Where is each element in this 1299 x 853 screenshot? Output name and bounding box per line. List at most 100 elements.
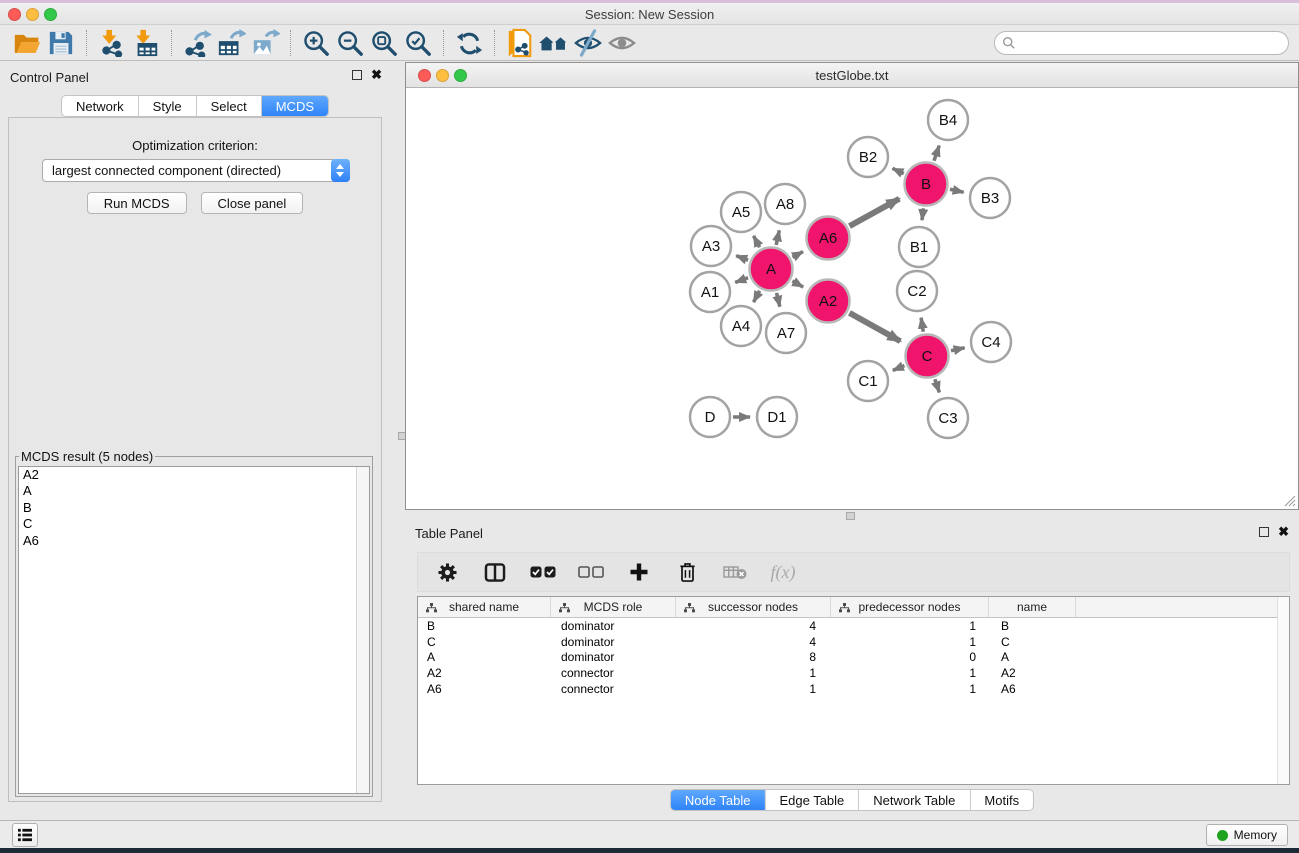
graph-edge-A-A6[interactable]: [793, 252, 803, 258]
table-row[interactable]: Bdominator41B: [418, 618, 1289, 634]
zoom-fit-button[interactable]: [367, 28, 401, 58]
delete-columns-icon[interactable]: [674, 557, 700, 587]
graph-edge-A-A4[interactable]: [754, 291, 760, 302]
tab-style[interactable]: Style: [138, 96, 196, 116]
float-panel-icon[interactable]: [352, 70, 362, 80]
mcds-result-item[interactable]: A: [19, 483, 369, 499]
tab-node-table[interactable]: Node Table: [671, 790, 765, 810]
resize-grip[interactable]: [1284, 495, 1296, 507]
table-cell: 0: [831, 650, 989, 664]
tab-network[interactable]: Network: [62, 96, 138, 116]
table-row[interactable]: A6connector11A6: [418, 681, 1289, 697]
home-views-button[interactable]: [537, 28, 571, 58]
search-box[interactable]: [994, 31, 1289, 55]
network-canvas[interactable]: B4B2BB3A5A8A6A3B1AA1C2A2A4A7C4CC1C3DD1: [406, 88, 1298, 509]
graph-edge-A-A2[interactable]: [792, 281, 803, 287]
search-input[interactable]: [1016, 34, 1288, 52]
graph-node-label: B1: [910, 239, 928, 256]
graph-edge-A2-C[interactable]: [849, 313, 900, 341]
tab-mcds[interactable]: MCDS: [261, 96, 328, 116]
import-table-button[interactable]: [129, 28, 163, 58]
tab-network-table[interactable]: Network Table: [858, 790, 969, 810]
run-mcds-button[interactable]: Run MCDS: [87, 192, 187, 214]
graph-edge-A6-B[interactable]: [849, 199, 899, 226]
graph-edge-B-B4[interactable]: [934, 146, 939, 161]
mcds-result-item[interactable]: A2: [19, 467, 369, 483]
tab-edge-table[interactable]: Edge Table: [764, 790, 858, 810]
toolbar-separator: [171, 30, 172, 56]
tab-motifs[interactable]: Motifs: [969, 790, 1033, 810]
save-session-button[interactable]: [44, 28, 78, 58]
close-table-panel-icon[interactable]: ✖: [1278, 527, 1289, 537]
table-cell: 1: [831, 635, 989, 649]
memory-button[interactable]: Memory: [1206, 824, 1288, 846]
toolbar-separator: [86, 30, 87, 56]
delete-table-icon[interactable]: [722, 557, 748, 587]
table-cell: dominator: [551, 619, 676, 633]
graph-edge-B-B3[interactable]: [950, 189, 964, 192]
close-panel-button[interactable]: Close panel: [201, 192, 304, 214]
export-image-button[interactable]: [248, 28, 282, 58]
export-table-button[interactable]: [214, 28, 248, 58]
function-builder-icon[interactable]: f(x): [770, 557, 796, 587]
graph-edge-C-C1[interactable]: [893, 366, 905, 371]
mcds-panel-body: Optimization criterion: largest connecte…: [8, 117, 382, 802]
graph-edge-A-A1[interactable]: [735, 278, 748, 283]
new-network-from-selection-button[interactable]: [503, 28, 537, 58]
graph-node-label: C3: [938, 410, 957, 427]
show-graphic-details-button[interactable]: [605, 28, 639, 58]
graph-edge-C-C4[interactable]: [951, 348, 965, 351]
graph-node-label: A: [766, 261, 776, 278]
graph-edge-A-A5[interactable]: [754, 236, 760, 247]
close-panel-icon[interactable]: ✖: [371, 70, 382, 80]
table-row[interactable]: A2connector11A2: [418, 665, 1289, 681]
float-table-panel-icon[interactable]: [1259, 527, 1269, 537]
zoom-out-button[interactable]: [333, 28, 367, 58]
mcds-result-item[interactable]: A6: [19, 533, 369, 549]
column-header-predecessor-nodes[interactable]: predecessor nodes: [831, 597, 989, 617]
zoom-selected-button[interactable]: [401, 28, 435, 58]
graph-node-label: A6: [819, 230, 837, 247]
table-row[interactable]: Cdominator41C: [418, 634, 1289, 650]
mcds-result-item[interactable]: B: [19, 500, 369, 516]
graph-edge-C-C2[interactable]: [921, 318, 923, 332]
unselect-all-columns-icon[interactable]: [578, 557, 604, 587]
graph-edge-B-B1[interactable]: [922, 208, 923, 220]
column-header-MCDS-role[interactable]: MCDS role: [551, 597, 676, 617]
mcds-result-title: MCDS result (5 nodes): [19, 449, 155, 464]
graph-edge-A-A8[interactable]: [776, 230, 779, 245]
export-network-button[interactable]: [180, 28, 214, 58]
show-column-panel-icon[interactable]: [482, 557, 508, 587]
refresh-layout-button[interactable]: [452, 28, 486, 58]
column-header-name[interactable]: name: [989, 597, 1076, 617]
column-header-shared-name[interactable]: shared name: [418, 597, 551, 617]
graph-edge-A-A7[interactable]: [777, 293, 780, 307]
create-new-column-icon[interactable]: [626, 557, 652, 587]
table-row[interactable]: Adominator80A: [418, 650, 1289, 666]
mcds-list-scrollbar[interactable]: [356, 467, 369, 793]
table-panel: Table Panel ✖: [405, 520, 1299, 815]
mcds-result-list[interactable]: A2ABCA6: [18, 466, 370, 794]
table-scrollbar[interactable]: [1277, 597, 1289, 784]
horizontal-splitter-handle[interactable]: [846, 512, 855, 520]
task-history-button[interactable]: [12, 823, 38, 847]
table-header-row: shared nameMCDS rolesuccessor nodesprede…: [418, 597, 1289, 618]
network-window-titlebar[interactable]: testGlobe.txt: [406, 63, 1298, 88]
open-session-button[interactable]: [10, 28, 44, 58]
main-toolbar: [0, 26, 1299, 61]
criterion-dropdown[interactable]: largest connected component (directed): [42, 159, 350, 182]
graph-edge-B-B2[interactable]: [892, 168, 903, 173]
import-network-button[interactable]: [95, 28, 129, 58]
sort-icon: [559, 602, 570, 616]
graph-edge-A-A3[interactable]: [736, 256, 748, 261]
zoom-in-button[interactable]: [299, 28, 333, 58]
hide-graphic-details-button[interactable]: [571, 28, 605, 58]
column-header-successor-nodes[interactable]: successor nodes: [676, 597, 831, 617]
tab-select[interactable]: Select: [196, 96, 261, 116]
select-all-columns-icon[interactable]: [530, 557, 556, 587]
graph-edge-C-C3[interactable]: [935, 379, 939, 392]
table-options-gear-icon[interactable]: [434, 557, 460, 587]
mcds-result-item[interactable]: C: [19, 516, 369, 532]
graph-node-label: C1: [858, 373, 877, 390]
memory-status-icon: [1217, 830, 1228, 841]
